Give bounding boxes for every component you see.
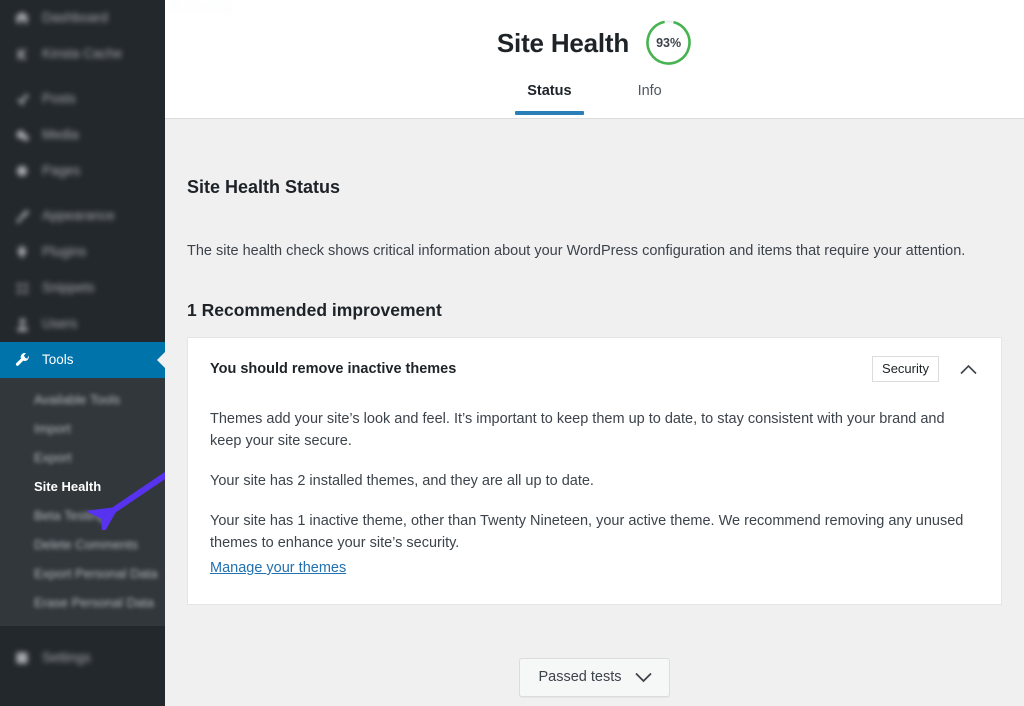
site-health-screen: Dashboard Kinsta Cache Posts Media Pages… — [0, 0, 1024, 706]
submenu-item-available-tools[interactable]: Available Tools — [0, 385, 165, 414]
passed-tests-area: Passed tests — [187, 605, 1002, 697]
issue-paragraph: Your site has 2 installed themes, and th… — [210, 473, 594, 489]
kinsta-icon — [11, 44, 33, 64]
tab-info[interactable]: Info — [636, 80, 664, 109]
issue-paragraph: Your site has 1 inactive theme, other th… — [210, 513, 964, 551]
users-icon — [11, 314, 33, 334]
sidebar-divider — [0, 72, 165, 81]
dashboard-icon — [11, 8, 33, 28]
chevron-up-icon[interactable] — [957, 358, 979, 380]
media-icon — [11, 125, 33, 145]
sidebar-item-label: Settings — [42, 650, 91, 665]
issue-title: You should remove inactive themes — [210, 361, 457, 377]
admin-sidebar: Dashboard Kinsta Cache Posts Media Pages… — [0, 0, 165, 706]
plugin-icon — [11, 242, 33, 262]
page-icon — [11, 161, 33, 181]
issue-body: Themes add your site’s look and feel. It… — [188, 398, 1001, 604]
submenu-item-site-health[interactable]: Site Health — [0, 472, 165, 501]
sidebar-item-snippets[interactable]: Snippets — [0, 270, 165, 306]
page-header: Kinsta Site Health 93% Status Info — [165, 0, 1024, 119]
sidebar-item-kinsta-cache[interactable]: Kinsta Cache — [0, 36, 165, 72]
sidebar-divider — [0, 626, 165, 635]
sidebar-item-label: Posts — [42, 91, 76, 106]
sidebar-primary-menu: Dashboard Kinsta Cache Posts Media Pages… — [0, 0, 165, 378]
status-badge: Security — [872, 356, 939, 382]
page-tabs: Status Info — [165, 80, 1024, 115]
page-title-row: Site Health 93% — [165, 0, 1024, 66]
sidebar-item-media[interactable]: Media — [0, 117, 165, 153]
page-content: Site Health Status The site health check… — [165, 119, 1024, 706]
submenu-item-delete-comments[interactable]: Delete Comments — [0, 530, 165, 559]
header-watermark: Kinsta — [169, 0, 234, 18]
submenu-item-erase-personal-data[interactable]: Erase Personal Data — [0, 588, 165, 617]
sidebar-item-label: Plugins — [42, 244, 87, 259]
sidebar-item-plugins[interactable]: Plugins — [0, 234, 165, 270]
sidebar-item-users[interactable]: Users — [0, 306, 165, 342]
tab-status[interactable]: Status — [515, 80, 584, 115]
sidebar-item-label: Dashboard — [42, 10, 109, 25]
improvement-count: 1 Recommended improvement — [187, 300, 442, 320]
sidebar-item-label: Snippets — [42, 280, 95, 295]
issue-header[interactable]: You should remove inactive themes Securi… — [188, 338, 1001, 398]
sidebar-item-pages[interactable]: Pages — [0, 153, 165, 189]
passed-tests-label: Passed tests — [538, 669, 622, 685]
sidebar-item-label: Tools — [42, 352, 74, 367]
submenu-item-export-personal-data[interactable]: Export Personal Data — [0, 559, 165, 588]
issue-card: You should remove inactive themes Securi… — [187, 337, 1002, 605]
settings-icon — [11, 648, 33, 668]
wrench-icon — [11, 350, 33, 370]
sidebar-tools-submenu: Available Tools Import Export Site Healt… — [0, 378, 165, 626]
sidebar-item-label: Media — [42, 127, 79, 142]
sidebar-item-settings[interactable]: Settings — [0, 640, 165, 676]
submenu-item-export[interactable]: Export — [0, 443, 165, 472]
page-title: Site Health — [496, 27, 630, 58]
chevron-down-icon — [634, 672, 652, 683]
sidebar-item-tools[interactable]: Tools — [0, 342, 165, 378]
brush-icon — [11, 206, 33, 226]
submenu-item-import[interactable]: Import — [0, 414, 165, 443]
main-region: Kinsta Site Health 93% Status Info Site … — [165, 0, 1024, 706]
sidebar-item-label: Appearance — [42, 208, 115, 223]
passed-tests-button[interactable]: Passed tests — [519, 658, 670, 697]
sidebar-item-appearance[interactable]: Appearance — [0, 198, 165, 234]
sidebar-item-dashboard[interactable]: Dashboard — [0, 0, 165, 36]
submenu-item-beta-testing[interactable]: Beta Testing — [0, 501, 165, 530]
issue-paragraph: Themes add your site’s look and feel. It… — [210, 411, 945, 449]
health-score-gauge: 93% — [645, 19, 692, 66]
pin-icon — [11, 89, 33, 109]
health-score-label: 93% — [656, 35, 682, 50]
sidebar-item-posts[interactable]: Posts — [0, 81, 165, 117]
section-title: Site Health Status — [187, 177, 341, 197]
section-description: The site health check shows critical inf… — [187, 243, 966, 259]
manage-themes-link[interactable]: Manage your themes — [210, 558, 346, 578]
sidebar-divider — [0, 189, 165, 198]
sidebar-item-label: Users — [42, 316, 78, 331]
sidebar-item-label: Kinsta Cache — [42, 46, 123, 61]
sidebar-item-label: Pages — [42, 163, 81, 178]
snippets-icon — [11, 278, 33, 298]
